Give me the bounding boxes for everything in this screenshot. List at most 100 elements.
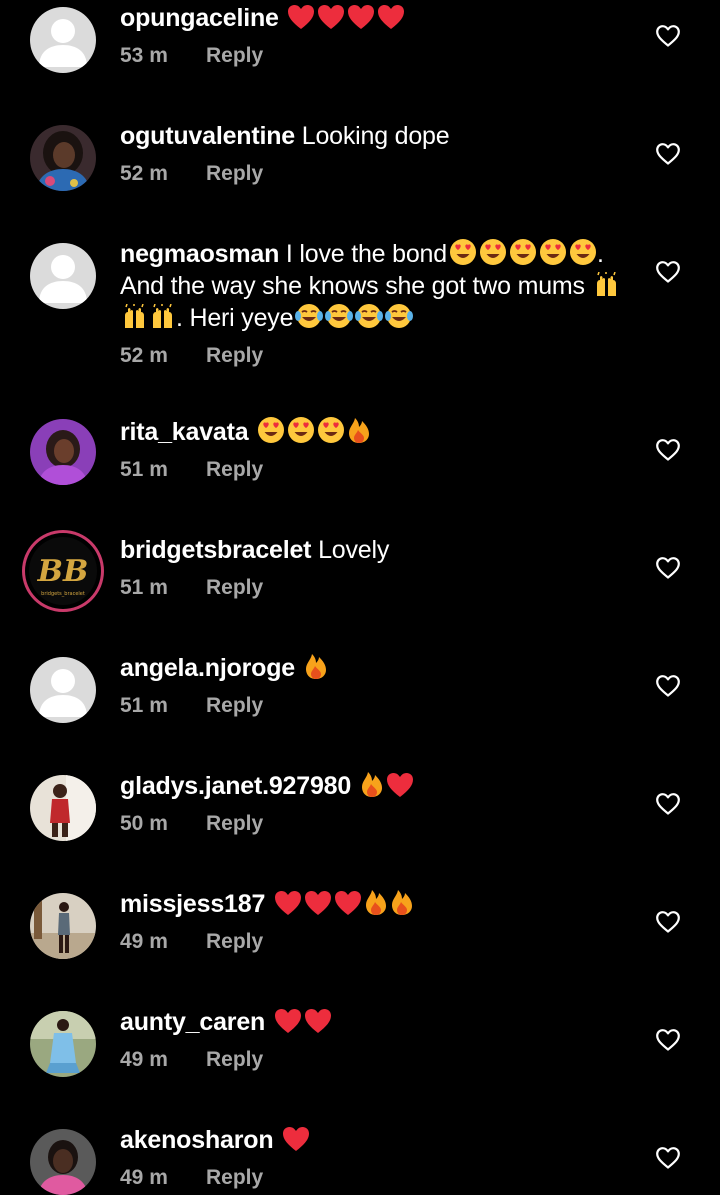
comment-time: 51 m (120, 576, 168, 599)
like-button[interactable] (656, 25, 680, 47)
heart-outline-icon (656, 557, 680, 579)
user-photo-icon (30, 893, 96, 959)
tears-of-joy-emoji-icon (385, 302, 414, 330)
heart-emoji-icon (304, 1008, 332, 1034)
reply-button[interactable]: Reply (206, 694, 263, 717)
like-button[interactable] (656, 439, 680, 461)
tears-of-joy-emoji-icon (295, 302, 324, 330)
fire-emoji-icon (390, 888, 414, 916)
heart-outline-icon (656, 439, 680, 461)
comment-username[interactable]: bridgetsbracelet (120, 536, 312, 564)
heart-emoji-icon (304, 890, 332, 916)
like-button[interactable] (656, 1029, 680, 1051)
like-button[interactable] (656, 143, 680, 165)
heart-eyes-emoji-icon (509, 238, 537, 266)
raising-hands-emoji-icon (122, 304, 148, 330)
fire-emoji-icon (347, 416, 371, 444)
comment-username[interactable]: akenosharon (120, 1126, 274, 1154)
reply-button[interactable]: Reply (206, 812, 263, 835)
like-button[interactable] (656, 675, 680, 697)
comment-time: 49 m (120, 1166, 168, 1189)
comment-text: Lovely (318, 536, 390, 564)
heart-outline-icon (656, 25, 680, 47)
avatar-photo[interactable] (30, 1011, 96, 1077)
heart-eyes-emoji-icon (257, 416, 285, 444)
heart-outline-icon (656, 793, 680, 815)
reply-button[interactable]: Reply (206, 162, 263, 185)
comment-time: 51 m (120, 694, 168, 717)
comment-time: 51 m (120, 458, 168, 481)
heart-outline-icon (656, 1147, 680, 1169)
fire-emoji-icon (304, 652, 328, 680)
heart-emoji-icon (317, 4, 345, 30)
comment-text: . Heri yeye (176, 304, 294, 332)
comment-username[interactable]: gladys.janet.927980 (120, 772, 351, 800)
comment-username[interactable]: angela.njoroge (120, 654, 295, 682)
reply-button[interactable]: Reply (206, 344, 263, 367)
comment-time: 52 m (120, 344, 168, 367)
comment-username[interactable]: missjess187 (120, 890, 265, 918)
heart-eyes-emoji-icon (287, 416, 315, 444)
comment-text: Looking dope (301, 122, 450, 150)
user-photo-icon (30, 125, 96, 191)
avatar-default[interactable] (30, 7, 96, 73)
reply-button[interactable]: Reply (206, 1166, 263, 1189)
heart-emoji-icon (282, 1126, 310, 1152)
heart-outline-icon (656, 911, 680, 933)
heart-emoji-icon (386, 772, 414, 798)
user-photo-icon (30, 775, 96, 841)
tears-of-joy-emoji-icon (355, 302, 384, 330)
comment-username[interactable]: rita_kavata (120, 418, 249, 446)
brand-logo-letters: BB (37, 554, 89, 589)
reply-button[interactable]: Reply (206, 458, 263, 481)
comment-time: 49 m (120, 1048, 168, 1071)
reply-button[interactable]: Reply (206, 576, 263, 599)
avatar-photo[interactable] (30, 1129, 96, 1195)
avatar-photo[interactable] (30, 893, 96, 959)
heart-outline-icon (656, 1029, 680, 1051)
heart-emoji-icon (377, 4, 405, 30)
avatar-brand-logo[interactable]: BB bridgets_bracelet (21, 529, 105, 613)
comment-time: 49 m (120, 930, 168, 953)
raising-hands-emoji-icon (594, 272, 620, 298)
avatar-photo[interactable] (30, 125, 96, 191)
comment-time: 50 m (120, 812, 168, 835)
like-button[interactable] (656, 1147, 680, 1169)
like-button[interactable] (656, 557, 680, 579)
comment-username[interactable]: aunty_caren (120, 1008, 265, 1036)
comment-time: 53 m (120, 44, 168, 67)
fire-emoji-icon (360, 770, 384, 798)
raising-hands-emoji-icon (150, 304, 176, 330)
like-button[interactable] (656, 793, 680, 815)
brand-logo-caption: bridgets_bracelet (41, 591, 85, 597)
heart-emoji-icon (347, 4, 375, 30)
tears-of-joy-emoji-icon (325, 302, 354, 330)
user-photo-icon (30, 1129, 96, 1195)
brand-logo-icon: BB bridgets_bracelet (22, 530, 104, 612)
comment-username[interactable]: ogutuvalentine (120, 122, 295, 150)
heart-eyes-emoji-icon (317, 416, 345, 444)
heart-emoji-icon (274, 1008, 302, 1034)
heart-emoji-icon (287, 4, 315, 30)
comment-username[interactable]: negmaosman (120, 240, 279, 268)
avatar-default[interactable] (30, 243, 96, 309)
comment-username[interactable]: opungaceline (120, 4, 279, 32)
reply-button[interactable]: Reply (206, 44, 263, 67)
person-silhouette-icon (30, 243, 96, 309)
user-photo-icon (30, 419, 96, 485)
heart-emoji-icon (334, 890, 362, 916)
like-button[interactable] (656, 261, 680, 283)
avatar-photo[interactable] (30, 775, 96, 841)
reply-button[interactable]: Reply (206, 930, 263, 953)
heart-outline-icon (656, 143, 680, 165)
fire-emoji-icon (364, 888, 388, 916)
person-silhouette-icon (30, 7, 96, 73)
heart-eyes-emoji-icon (449, 238, 477, 266)
comment-text: I love the bond (285, 240, 447, 268)
heart-emoji-icon (274, 890, 302, 916)
like-button[interactable] (656, 911, 680, 933)
reply-button[interactable]: Reply (206, 1048, 263, 1071)
avatar-photo[interactable] (30, 419, 96, 485)
heart-eyes-emoji-icon (479, 238, 507, 266)
avatar-default[interactable] (30, 657, 96, 723)
